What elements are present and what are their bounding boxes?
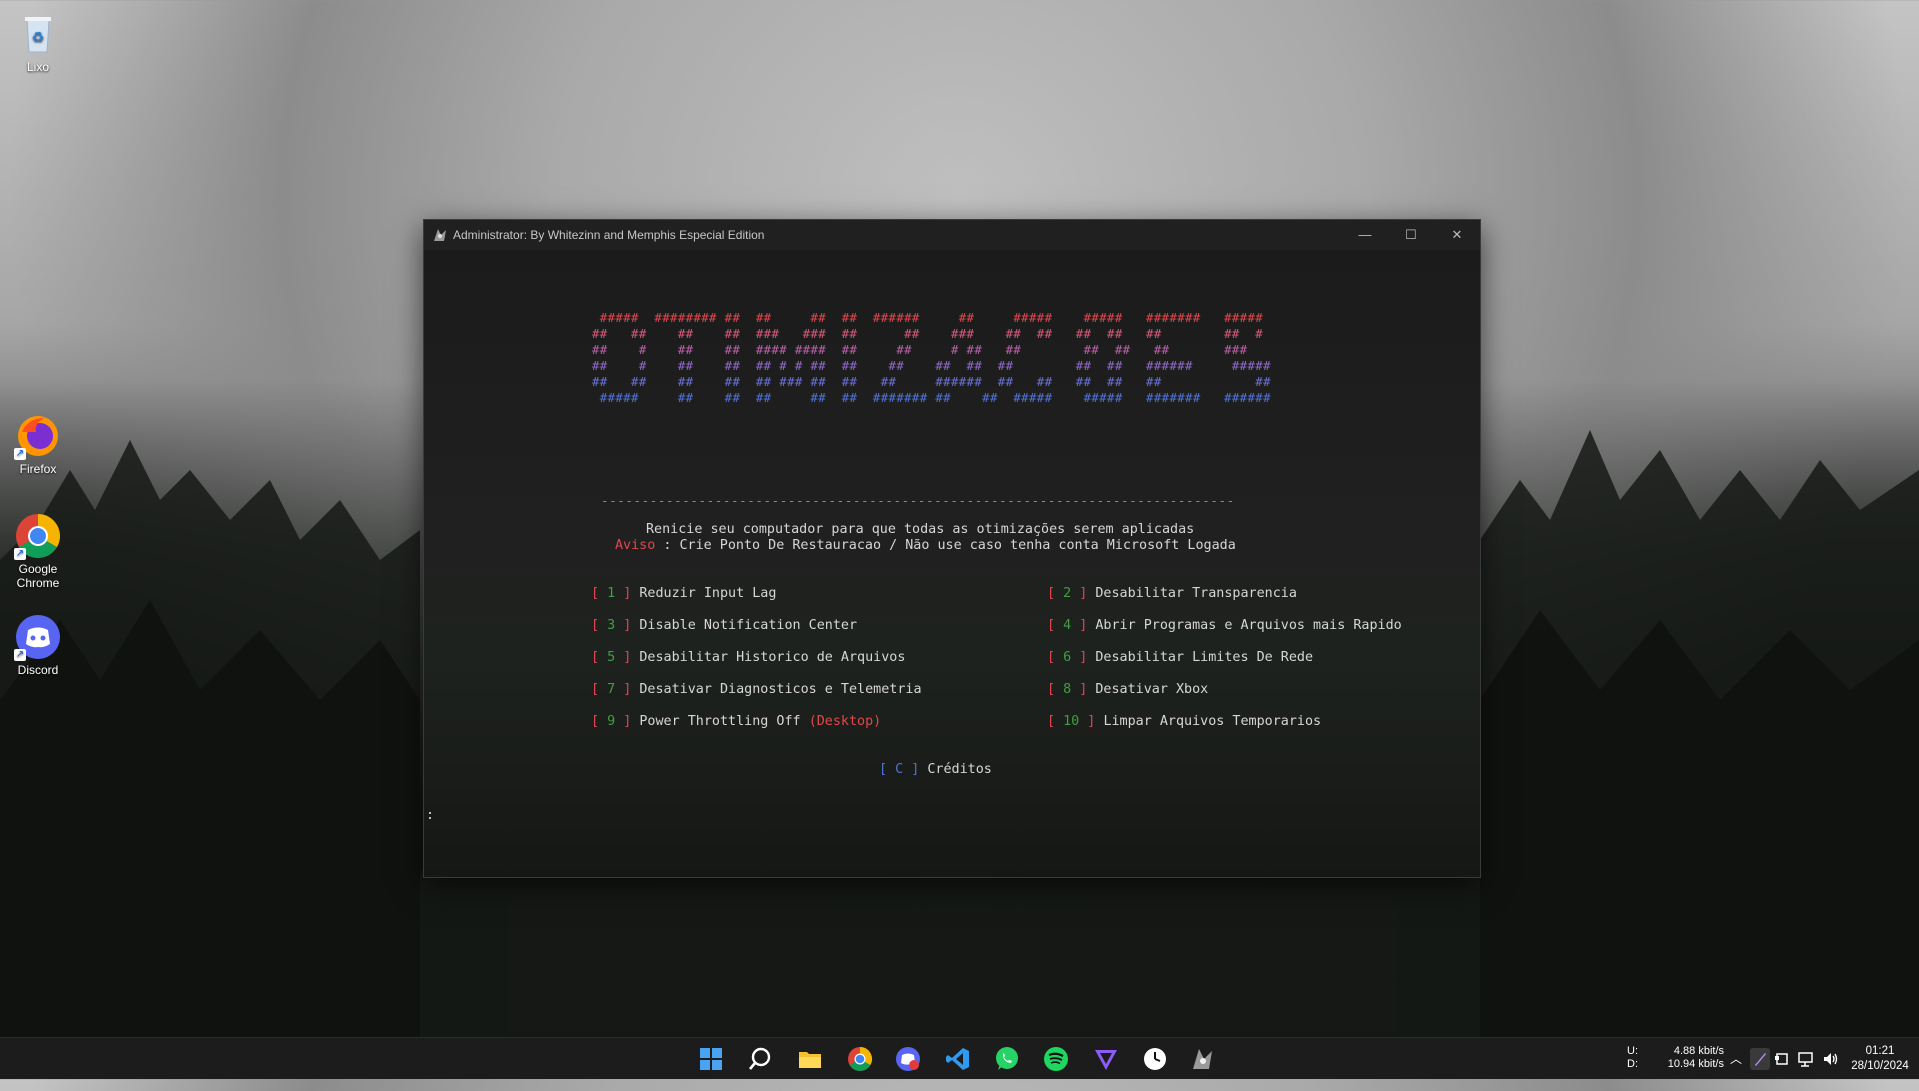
chrome-icon[interactable] [847, 1046, 873, 1072]
terminal-app-icon[interactable] [1190, 1046, 1216, 1072]
ascii-art-line: ## ## ## ## ## ### ## ## ## ###### ## ##… [592, 375, 1271, 389]
option-credits[interactable]: [ C ] Créditos [879, 762, 992, 777]
window-titlebar[interactable]: Administrator: By Whitezinn and Memphis … [424, 220, 1480, 250]
ascii-art-logo: ##### ######## ## ## ## ## ###### ## ###… [592, 310, 1271, 406]
proton-vpn-icon[interactable] [1093, 1046, 1119, 1072]
desktop-icon-label: Google Chrome [16, 562, 60, 590]
warning-text: : Crie Ponto De Restauracao / Não use ca… [655, 538, 1236, 553]
window-title: Administrator: By Whitezinn and Memphis … [453, 228, 765, 242]
option-5[interactable]: [ 5 ] Desabilitar Historico de Arquivos [591, 650, 905, 665]
separator-line: ----------------------------------------… [601, 493, 1235, 508]
desktop-icon-label: Discord [17, 663, 59, 677]
option-8[interactable]: [ 8 ] Desativar Xbox [1047, 682, 1208, 697]
input-prompt[interactable]: : [426, 808, 434, 823]
discord-icon[interactable] [895, 1046, 921, 1072]
option-2[interactable]: [ 2 ] Desabilitar Transparencia [1047, 586, 1297, 601]
warning-label: Aviso [615, 538, 656, 553]
ascii-art-line: ## # ## ## #### #### ## ## # ## ## ## ##… [592, 343, 1248, 357]
terminal-app-icon [434, 229, 446, 241]
search-icon[interactable] [747, 1046, 773, 1072]
restart-message: Renicie seu computador para que todas as… [646, 522, 1195, 537]
discord-icon: ↗ [14, 613, 62, 661]
date: 28/10/2024 [1851, 1060, 1909, 1072]
option-10[interactable]: [ 10 ] Limpar Arquivos Temporarios [1047, 714, 1321, 729]
option-6[interactable]: [ 6 ] Desabilitar Limites De Rede [1047, 650, 1313, 665]
start-icon[interactable] [698, 1046, 724, 1072]
pen-icon[interactable] [1750, 1048, 1770, 1070]
option-1[interactable]: [ 1 ] Reduzir Input Lag [591, 586, 776, 601]
recycle-bin-icon: ♻ [14, 10, 62, 58]
desktop-icon-discord[interactable]: ↗ Discord [3, 613, 73, 677]
desktop-icon-lixo[interactable]: ♻ Lixo [3, 10, 73, 74]
desktop-icon-label: Firefox [19, 462, 57, 476]
download-speed: 10.94 kbit/s [1667, 1058, 1724, 1070]
tray-tablet-icon[interactable] [1774, 1050, 1792, 1068]
desktop-icon-chrome[interactable]: ↗ Google Chrome [3, 512, 73, 590]
shortcut-arrow-icon: ↗ [14, 548, 26, 560]
ascii-art-line: ## ## ## ## ### ### ## ## ### ## ## ## #… [592, 327, 1264, 341]
option-3[interactable]: [ 3 ] Disable Notification Center [591, 618, 857, 633]
warning-line: Aviso : Crie Ponto De Restauracao / Não … [615, 538, 1236, 553]
shortcut-arrow-icon: ↗ [14, 649, 26, 661]
network-speed-labels: U: D: [1627, 1045, 1638, 1086]
spotify-icon[interactable] [1043, 1046, 1069, 1072]
desktop-tag: (Desktop) [808, 714, 882, 729]
svg-text:♻: ♻ [32, 30, 45, 46]
upload-speed: 4.88 kbit/s [1673, 1045, 1724, 1057]
chrome-icon: ↗ [14, 512, 62, 560]
minimize-button[interactable]: — [1342, 220, 1388, 250]
upload-label: U: [1627, 1045, 1638, 1057]
network-icon[interactable] [1798, 1050, 1816, 1068]
close-button[interactable]: ✕ [1434, 220, 1480, 250]
download-label: D: [1627, 1058, 1638, 1070]
taskbar: U: D: 4.88 kbit/s 10.94 kbit/s ︿ 01:21 2… [0, 1037, 1919, 1079]
terminal-content[interactable]: ##### ######## ## ## ## ## ###### ## ###… [424, 250, 1480, 877]
maximize-button[interactable]: ☐ [1388, 220, 1434, 250]
desktop-icon-label: Lixo [26, 60, 49, 74]
volume-icon[interactable] [1822, 1050, 1840, 1068]
whatsapp-icon[interactable] [994, 1046, 1020, 1072]
network-speed-values[interactable]: 4.88 kbit/s 10.94 kbit/s [1662, 1045, 1724, 1086]
option-9[interactable]: [ 9 ] Power Throttling Off (Desktop) [591, 714, 881, 729]
option-7[interactable]: [ 7 ] Desativar Diagnosticos e Telemetri… [591, 682, 922, 697]
option-4[interactable]: [ 4 ] Abrir Programas e Arquivos mais Ra… [1047, 618, 1402, 633]
ascii-art-line: ## # ## ## ## # # ## ## ## ## ## ## ## #… [592, 359, 1271, 373]
desktop-icon-firefox[interactable]: ↗ Firefox [3, 412, 73, 476]
ascii-art-line: ##### ######## ## ## ## ## ###### ## ###… [592, 311, 1264, 325]
chevron-up-icon[interactable]: ︿ [1730, 1050, 1742, 1091]
firefox-icon: ↗ [14, 412, 62, 460]
ascii-art-line: ##### ## ## ## ## ## ####### ## ## #####… [592, 391, 1271, 405]
clock-app-icon[interactable] [1142, 1046, 1168, 1072]
shortcut-arrow-icon: ↗ [14, 448, 26, 460]
terminal-window[interactable]: Administrator: By Whitezinn and Memphis … [423, 219, 1481, 878]
vscode-icon[interactable] [945, 1046, 971, 1072]
time: 01:21 [1865, 1045, 1895, 1057]
file-explorer-icon[interactable] [797, 1046, 823, 1072]
